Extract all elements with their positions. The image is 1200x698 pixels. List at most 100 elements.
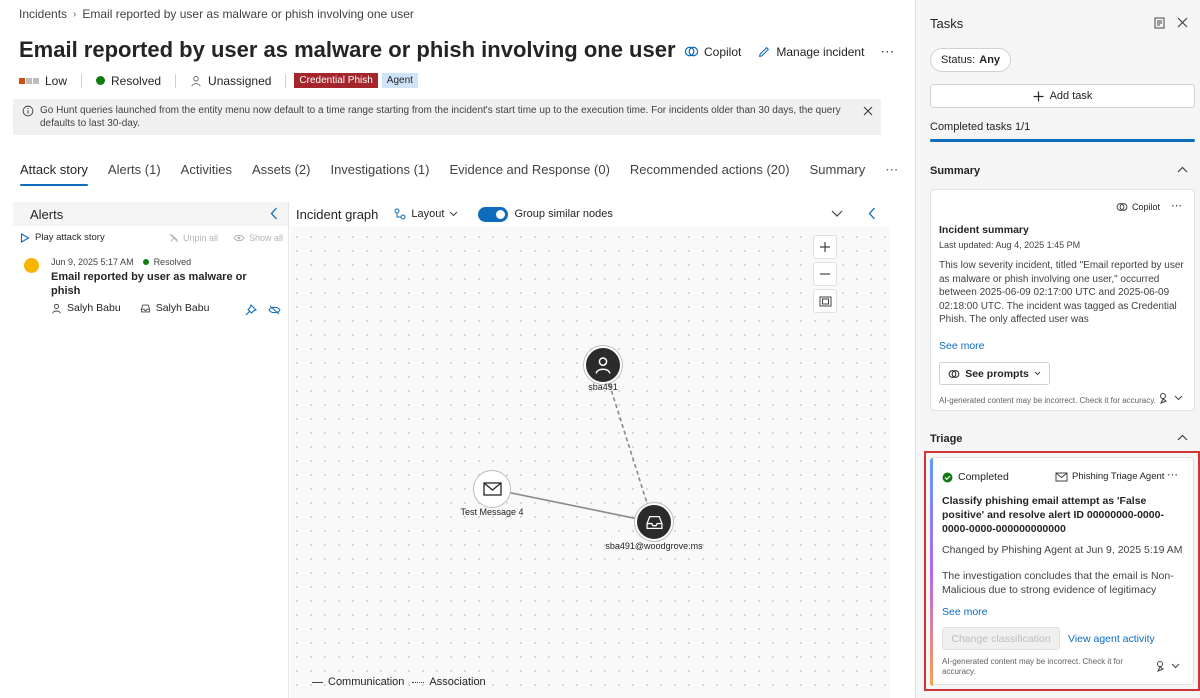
info-icon (22, 105, 34, 117)
legend-association: Association (429, 676, 486, 688)
tasks-title: Tasks (930, 16, 964, 31)
summary-heading: Incident summary (939, 224, 1029, 236)
triage-see-more-link[interactable]: See more (942, 606, 988, 618)
unpin-all-button[interactable]: Unpin all (169, 233, 218, 243)
feedback-icon[interactable] (1156, 660, 1180, 672)
triage-body: The investigation concludes that the ema… (942, 570, 1174, 596)
close-icon[interactable] (863, 106, 873, 116)
notes-icon[interactable] (1154, 17, 1166, 29)
incident-tabs: Attack story Alerts (1) Activities Asset… (20, 162, 918, 186)
alerts-panel: Alerts Play attack story Unpin all Show … (13, 202, 289, 698)
tab-evidence-response[interactable]: Evidence and Response (0) (449, 162, 609, 186)
add-task-label: Add task (1049, 90, 1093, 102)
user-node-label: sba491 (588, 382, 618, 392)
assignee: Unassigned (190, 74, 271, 88)
severity-dot-icon (24, 258, 39, 273)
mailbox-node[interactable] (635, 503, 673, 541)
summary-updated: Last updated: Aug 4, 2025 1:45 PM (939, 240, 1081, 250)
incident-meta: Low Resolved Unassigned Credential Phish… (19, 73, 422, 88)
see-prompts-button[interactable]: See prompts (939, 362, 1050, 385)
check-circle-icon (942, 472, 953, 483)
copilot-button[interactable]: Copilot (684, 44, 741, 59)
summary-body: This low severity incident, titled "Emai… (939, 260, 1184, 326)
communication-edge (491, 488, 654, 523)
completed-tasks-label: Completed tasks 1/1 (930, 121, 1031, 133)
tag-agent: Agent (381, 73, 418, 88)
severity-bars-icon (19, 77, 39, 84)
triage-changed-by: Changed by Phishing Agent at Jun 9, 2025… (942, 544, 1183, 556)
more-options-icon[interactable]: ⋯ (1171, 199, 1182, 212)
dotted-line-icon (412, 681, 425, 683)
summary-copilot-label: Copilot (1132, 202, 1161, 212)
legend-communication: Communication (328, 676, 405, 688)
feedback-icon[interactable] (1159, 392, 1183, 404)
chevron-up-icon[interactable] (1177, 434, 1188, 441)
severity-label: Low (45, 73, 68, 88)
alert-list-item[interactable]: Jun 9, 2025 5:17 AM Resolved Email repor… (13, 252, 289, 324)
breadcrumb-incidents[interactable]: Incidents (19, 7, 67, 21)
show-all-button[interactable]: Show all (233, 233, 283, 243)
incident-graph[interactable]: Incident graph Layout Group similar node… (290, 202, 890, 698)
triage-section-title: Triage (930, 433, 963, 445)
page-title: Email reported by user as malware or phi… (19, 37, 676, 62)
tab-summary[interactable]: Summary (810, 162, 866, 186)
change-classification-button[interactable]: Change classification (942, 627, 1060, 650)
pencil-icon (757, 45, 771, 59)
more-options-icon[interactable]: ⋯ (1167, 468, 1178, 481)
status-filter-value: Any (979, 54, 1001, 66)
divider (81, 73, 83, 88)
chevron-down-icon (1034, 371, 1041, 376)
graph-edges (491, 363, 654, 523)
manage-incident-button[interactable]: Manage incident (757, 45, 864, 59)
tab-assets[interactable]: Assets (2) (252, 162, 311, 186)
message-node[interactable] (473, 470, 511, 508)
pin-icon[interactable] (245, 304, 257, 316)
mailbox-icon (140, 303, 151, 314)
tasks-progress-track (930, 139, 1195, 142)
hide-icon[interactable] (268, 305, 281, 315)
summary-see-more-link[interactable]: See more (939, 340, 985, 352)
mailbox-node-label: sba491@woodgrove.ms (605, 541, 703, 551)
user-node[interactable] (584, 346, 622, 384)
incident-main: Incidents › Email reported by user as ma… (0, 0, 905, 698)
status-filter-button[interactable]: Status: Any (930, 48, 1012, 72)
view-agent-activity-link[interactable]: View agent activity (1068, 633, 1155, 645)
triage-agent: Phishing Triage Agent (1055, 471, 1164, 482)
divider (175, 73, 177, 88)
tab-recommended-actions[interactable]: Recommended actions (20) (630, 162, 790, 186)
tabs-more-button[interactable]: ⋯ (885, 162, 898, 186)
tab-activities[interactable]: Activities (181, 162, 232, 186)
play-attack-story-button[interactable]: Play attack story (20, 232, 105, 243)
status-filter-label: Status: (941, 54, 976, 66)
summary-disclaimer: AI-generated content may be incorrect. C… (939, 396, 1156, 405)
alert-user-label: Salyh Babu (67, 302, 121, 314)
triage-card: Completed Phishing Triage Agent ⋯ Classi… (930, 457, 1194, 686)
tab-alerts[interactable]: Alerts (1) (108, 162, 161, 186)
collapse-left-icon[interactable] (270, 207, 278, 220)
status: Resolved (96, 74, 161, 88)
add-task-button[interactable]: Add task (930, 84, 1195, 108)
severity: Low (19, 74, 67, 88)
alert-date: Jun 9, 2025 5:17 AM (51, 257, 134, 267)
graph-legend: Communication Association (312, 676, 486, 688)
person-icon (594, 356, 612, 374)
copilot-label: Copilot (704, 44, 742, 59)
alert-title[interactable]: Email reported by user as malware or phi… (51, 270, 251, 298)
alerts-title: Alerts (30, 207, 64, 222)
tab-attack-story[interactable]: Attack story (20, 162, 88, 186)
more-options-button[interactable]: ⋯ (880, 43, 894, 60)
resolved-dot-icon (142, 259, 149, 265)
person-icon (51, 303, 62, 314)
chevron-right-icon: › (73, 8, 77, 20)
resolved-dot-icon (96, 76, 106, 85)
see-prompts-label: See prompts (965, 367, 1029, 380)
incident-summary-card: Copilot ⋯ Incident summary Last updated:… (930, 189, 1195, 411)
copilot-icon (1116, 201, 1128, 213)
unpin-icon (169, 233, 179, 243)
copilot-icon (948, 368, 960, 380)
summary-copilot-button[interactable]: Copilot (1116, 201, 1160, 213)
chevron-up-icon[interactable] (1177, 166, 1188, 173)
tab-investigations[interactable]: Investigations (1) (330, 162, 429, 186)
breadcrumb: Incidents › Email reported by user as ma… (19, 7, 414, 21)
close-icon[interactable] (1177, 17, 1188, 28)
